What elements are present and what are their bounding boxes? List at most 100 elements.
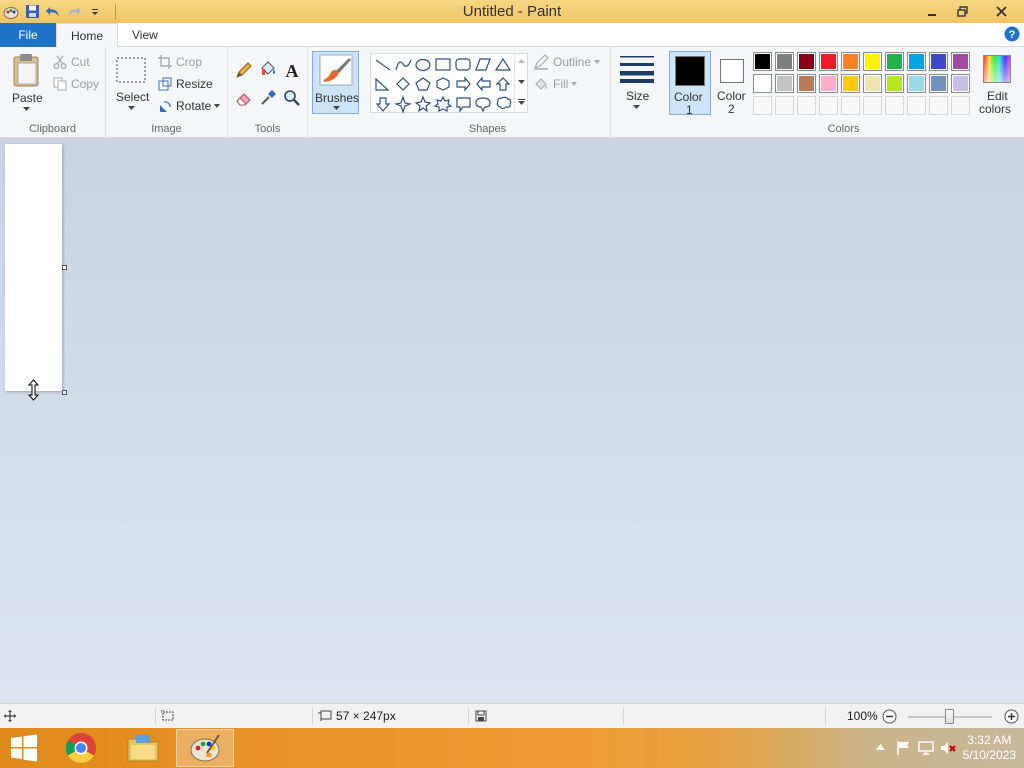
zoom-out-button[interactable]	[882, 709, 897, 724]
restore-button[interactable]	[947, 0, 978, 23]
palette-custom-slot[interactable]	[753, 96, 772, 115]
palette-swatch[interactable]	[863, 74, 882, 93]
palette-swatch[interactable]	[775, 74, 794, 93]
shapes-group-label: Shapes	[468, 123, 507, 135]
palette-swatch[interactable]	[841, 74, 860, 93]
magnifier-icon[interactable]	[283, 89, 301, 107]
copy-icon	[53, 77, 67, 91]
palette-swatch[interactable]	[907, 74, 926, 93]
brushes-button[interactable]: Brushes	[312, 51, 359, 114]
canvas-work-area[interactable]	[0, 138, 1024, 703]
drawing-canvas[interactable]	[5, 144, 62, 391]
tab-view[interactable]: View	[118, 23, 172, 47]
resize-icon	[158, 77, 172, 91]
gallery-expand-icon[interactable]	[518, 99, 525, 106]
palette-custom-slot[interactable]	[929, 96, 948, 115]
palette-swatch[interactable]	[819, 74, 838, 93]
edit-colors-button[interactable]: Edit colors	[975, 51, 1021, 116]
canvas-resize-handle-right[interactable]	[62, 265, 67, 270]
tools-group-label: Tools	[254, 123, 281, 135]
minimize-button[interactable]	[916, 0, 947, 23]
size-group[interactable]: Size	[611, 47, 663, 138]
taskbar-chrome[interactable]	[52, 729, 110, 767]
show-hidden-icons-icon[interactable]	[876, 744, 885, 750]
palette-swatch[interactable]	[841, 52, 860, 71]
zoom-in-button[interactable]	[1004, 709, 1019, 724]
scroll-down-icon[interactable]	[518, 80, 525, 85]
palette-swatch[interactable]	[885, 52, 904, 71]
volume-muted-icon[interactable]	[940, 740, 956, 756]
rotate-label: Rotate	[176, 99, 212, 113]
shapes-gallery-icons[interactable]	[373, 56, 513, 114]
palette-custom-slot[interactable]	[885, 96, 904, 115]
cut-button[interactable]: Cut	[53, 52, 90, 72]
fill-label: Fill	[553, 77, 569, 91]
text-tool-icon[interactable]: A	[283, 61, 301, 79]
shapes-gallery-scroll[interactable]	[514, 54, 528, 112]
undo-icon[interactable]	[44, 3, 62, 21]
cut-icon	[53, 55, 67, 69]
network-icon[interactable]	[918, 740, 934, 756]
tab-home[interactable]: Home	[56, 23, 119, 48]
color2-button[interactable]: Color 2	[714, 51, 750, 116]
select-button[interactable]: Select	[114, 53, 150, 113]
paste-button[interactable]: Paste	[8, 51, 46, 113]
palette-custom-slot[interactable]	[863, 96, 882, 115]
zoom-slider-thumb[interactable]	[945, 709, 954, 724]
resize-button[interactable]: Resize	[158, 74, 213, 94]
crop-button[interactable]: Crop	[158, 52, 202, 72]
redo-icon[interactable]	[65, 3, 83, 21]
palette-swatch[interactable]	[907, 52, 926, 71]
taskbar-file-explorer[interactable]	[114, 729, 172, 767]
status-divider	[155, 707, 156, 725]
colors-group-label: Colors	[827, 123, 860, 135]
clock[interactable]: 3:32 AM 5/10/2023	[963, 733, 1016, 763]
palette-swatch[interactable]	[929, 74, 948, 93]
palette-swatch[interactable]	[797, 74, 816, 93]
canvas-resize-handle-corner[interactable]	[62, 390, 67, 395]
palette-swatch[interactable]	[885, 74, 904, 93]
palette-custom-slot[interactable]	[951, 96, 970, 115]
palette-custom-slot[interactable]	[797, 96, 816, 115]
palette-swatch[interactable]	[929, 52, 948, 71]
color1-button[interactable]: Color 1	[669, 51, 711, 117]
eraser-icon[interactable]	[235, 89, 253, 107]
color-picker-icon[interactable]	[259, 89, 277, 107]
palette-swatch[interactable]	[753, 74, 772, 93]
palette-swatch[interactable]	[951, 52, 970, 71]
pencil-icon[interactable]	[235, 61, 253, 79]
palette-custom-slot[interactable]	[907, 96, 926, 115]
palette-custom-slot[interactable]	[841, 96, 860, 115]
tab-file[interactable]: File	[0, 23, 56, 47]
palette-swatch[interactable]	[775, 52, 794, 71]
palette-custom-slot[interactable]	[819, 96, 838, 115]
clock-time: 3:32 AM	[967, 733, 1012, 747]
fill-bucket-icon[interactable]	[259, 60, 277, 78]
palette-swatch[interactable]	[819, 52, 838, 71]
palette-swatch[interactable]	[753, 52, 772, 71]
select-dropdown-icon	[128, 106, 135, 110]
palette-custom-slot[interactable]	[775, 96, 794, 115]
color-palette	[753, 52, 975, 118]
save-icon[interactable]	[23, 3, 41, 21]
palette-swatch[interactable]	[797, 52, 816, 71]
copy-button[interactable]: Copy	[53, 74, 99, 94]
close-button[interactable]	[978, 0, 1024, 23]
start-button[interactable]	[0, 729, 48, 767]
copy-label: Copy	[71, 77, 100, 91]
customize-qat-icon[interactable]	[86, 3, 104, 21]
outline-button[interactable]: Outline	[533, 52, 604, 72]
scroll-up-icon[interactable]	[518, 59, 525, 64]
palette-swatch[interactable]	[951, 74, 970, 93]
cursor-position-icon	[4, 710, 16, 722]
paint-app-icon[interactable]	[2, 3, 20, 21]
quick-access-toolbar	[0, 0, 122, 23]
status-divider	[623, 707, 624, 725]
action-center-flag-icon[interactable]	[896, 740, 912, 756]
resize-label: Resize	[176, 77, 213, 91]
rotate-button[interactable]: Rotate	[158, 96, 224, 116]
palette-swatch[interactable]	[863, 52, 882, 71]
taskbar-paint[interactable]	[176, 729, 234, 767]
help-icon[interactable]: ?	[1004, 26, 1020, 42]
fill-button[interactable]: Fill	[533, 74, 581, 94]
